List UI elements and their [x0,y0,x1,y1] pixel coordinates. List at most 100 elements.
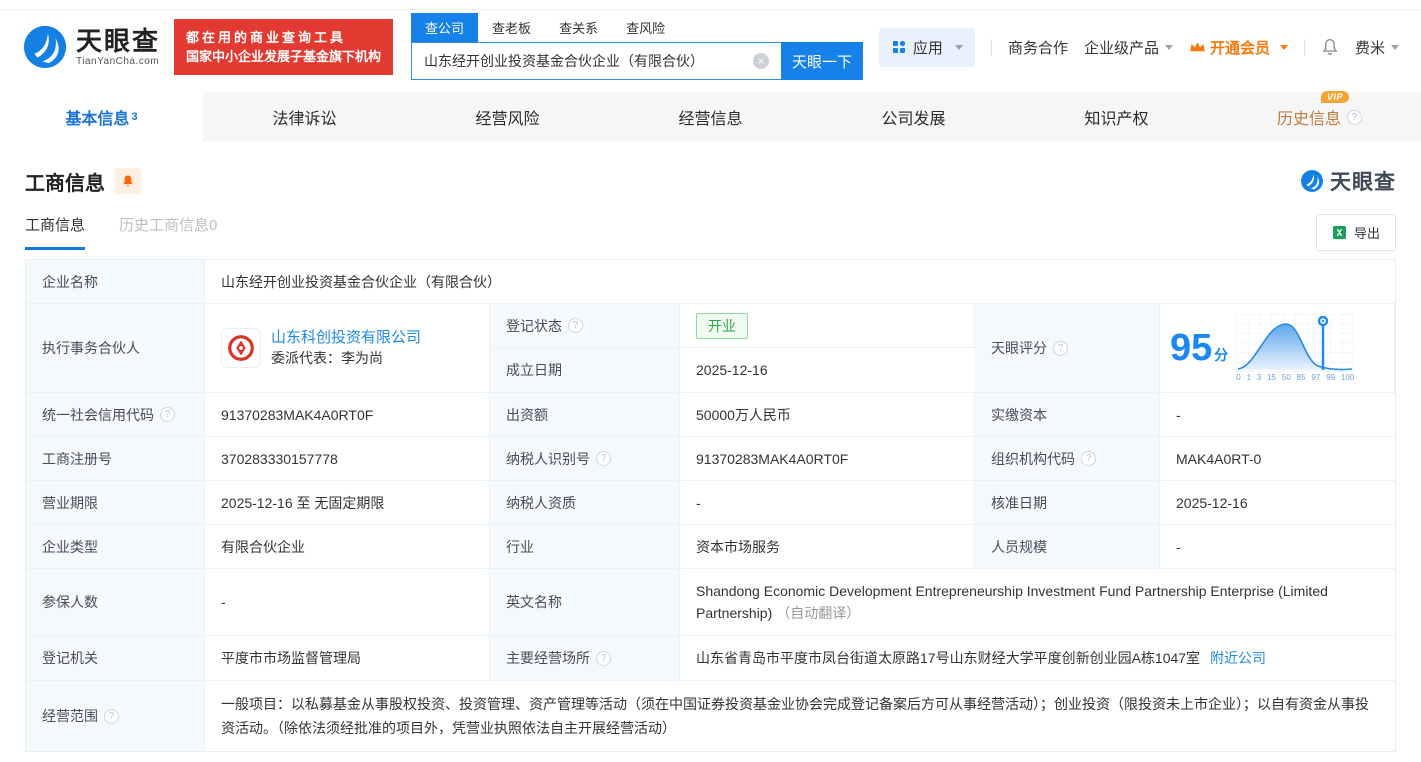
auto-translate-note: （自动翻译） [776,605,860,621]
help-icon[interactable] [568,318,583,333]
clear-icon[interactable] [753,53,769,69]
apps-menu[interactable]: 应用 [879,28,975,67]
apps-label: 应用 [913,37,943,58]
help-icon[interactable] [596,651,611,666]
divider [1304,39,1305,55]
partner-company-link[interactable]: 山东科创投资有限公司 [271,329,421,346]
tab-intellectual-property[interactable]: 知识产权 [1015,92,1218,142]
status-badge: 开业 [696,313,748,339]
tab-company-development[interactable]: 公司发展 [812,92,1015,142]
subtab-business-info[interactable]: 工商信息 [25,214,85,250]
subtab-label: 历史工商信息 [119,217,209,234]
search-tab-risk[interactable]: 查风险 [612,13,679,42]
chevron-down-icon [955,45,963,50]
field-label-industry: 行业 [490,525,680,569]
field-label-text: 主要经营场所 [506,648,590,668]
field-label-english-name: 英文名称 [490,569,680,636]
help-icon[interactable] [1053,341,1068,356]
export-button[interactable]: 导出 [1316,214,1396,251]
tianyancha-logo[interactable]: 天眼查 TianYanCha.com [22,24,160,70]
search-tab-boss[interactable]: 查老板 [478,13,545,42]
score-distribution-chart[interactable]: 0131550859799100 [1236,314,1354,382]
field-value-org-code: MAK4A0RT-0 [1160,437,1395,481]
help-icon[interactable] [1081,451,1096,466]
field-value-est-date: 2025-12-16 [680,348,975,393]
partner-company-logo [221,328,261,368]
field-value-approval-date: 2025-12-16 [1160,481,1395,525]
field-label-term: 营业期限 [26,481,205,525]
field-label-scope: 经营范围 [26,681,205,751]
promo-banner: 都在用的商业查询工具 国家中小企业发展子基金旗下机构 [174,19,393,75]
tab-history-info[interactable]: VIP 历史信息 [1218,92,1421,142]
biz-cooperation-link[interactable]: 商务合作 [1008,37,1068,58]
tab-count: 3 [131,111,137,123]
apps-grid-icon [891,39,907,55]
section-title: 工商信息 [25,167,105,196]
watermark-logo: 天眼查 [1300,166,1396,196]
field-label-company-type: 企业类型 [26,525,205,569]
vip-badge: VIP [1321,91,1349,103]
score-value: 95 [1170,327,1212,370]
chevron-down-icon [1391,45,1399,50]
top-divider [0,0,1421,10]
field-label-reg-no: 工商注册号 [26,437,205,481]
field-value-company-name: 山东经开创业投资基金合伙企业（有限合伙） [205,260,1395,304]
vip-label: 开通会员 [1210,37,1270,58]
field-value-english-name: Shandong Economic Development Entreprene… [680,569,1395,636]
tab-label: 法律诉讼 [272,105,336,129]
subscribe-bell-icon[interactable] [115,168,141,194]
user-menu[interactable]: 费米 [1355,37,1399,58]
vip-menu[interactable]: 开通会员 [1189,37,1288,58]
search-tab-company[interactable]: 查公司 [411,13,478,42]
tab-operating-info[interactable]: 经营信息 [609,92,812,142]
field-label-insured-count: 参保人数 [26,569,205,636]
search-tab-relation[interactable]: 查关系 [545,13,612,42]
field-label-org-code: 组织机构代码 [975,437,1160,481]
help-icon[interactable] [160,407,175,422]
tianyancha-logo-icon [22,24,68,70]
score-chart-ticks: 0131550859799100 [1236,373,1354,382]
field-value-score: 95 分 [1160,304,1395,393]
search-button[interactable]: 天眼一下 [781,42,863,80]
field-value-scope: 一般项目：以私募基金从事股权投资、投资管理、资产管理等活动（须在中国证券投资基金… [205,681,1395,751]
field-value-staff-size: - [1160,525,1395,569]
tab-operating-risk[interactable]: 经营风险 [406,92,609,142]
enterprise-products-menu[interactable]: 企业级产品 [1084,37,1173,58]
field-label-text: 登记状态 [506,316,562,336]
export-label: 导出 [1354,223,1380,242]
main-content: 工商信息 天眼查 工商信息 历史工商信息 [0,166,1421,752]
help-icon[interactable] [1347,110,1362,125]
tab-label: 经营风险 [475,105,539,129]
tab-legal-proceedings[interactable]: 法律诉讼 [203,92,406,142]
crown-icon [1189,40,1206,54]
help-icon[interactable] [596,451,611,466]
watermark-text: 天眼查 [1330,166,1396,196]
partner-representative: 委派代表：李为尚 [271,348,421,369]
field-label-text: 天眼评分 [991,338,1047,358]
nearby-companies-link[interactable]: 附近公司 [1210,648,1266,668]
address-text: 山东省青岛市平度市凤台街道太原路17号山东财经大学平度创新创业园A栋1047室 [696,648,1200,668]
help-icon[interactable] [104,709,119,724]
notification-bell-icon[interactable] [1321,38,1339,56]
tianyancha-watermark-icon [1300,169,1324,193]
field-label-registry: 登记机关 [26,636,205,681]
field-label-text: 经营范围 [42,706,98,726]
field-label-contribution: 出资额 [490,393,680,437]
field-label-est-date: 成立日期 [490,348,680,393]
score-unit: 分 [1214,345,1228,365]
search-area: 查公司 查老板 查关系 查风险 天眼一下 [411,14,863,80]
tab-label: 公司发展 [881,105,945,129]
field-value-uscc: 91370283MAK4A0RT0F [205,393,490,437]
field-value-address: 山东省青岛市平度市凤台街道太原路17号山东财经大学平度创新创业园A栋1047室 … [680,636,1395,681]
tab-basic-info[interactable]: 基本信息3 [0,92,203,142]
subtab-count: 0 [209,217,217,234]
search-input[interactable] [411,42,781,80]
page: 天眼查 TianYanCha.com 都在用的商业查询工具 国家中小企业发展子基… [0,0,1421,752]
field-label-reg-status: 登记状态 [490,304,680,348]
header-nav: 应用 商务合作 企业级产品 开通会员 [879,28,1399,67]
username: 费米 [1355,37,1385,58]
field-value-reg-status: 开业 [680,304,975,348]
field-label-tax-qualification: 纳税人资质 [490,481,680,525]
subtab-history-business-info[interactable]: 历史工商信息0 [119,214,217,250]
tab-label: 经营信息 [678,105,742,129]
